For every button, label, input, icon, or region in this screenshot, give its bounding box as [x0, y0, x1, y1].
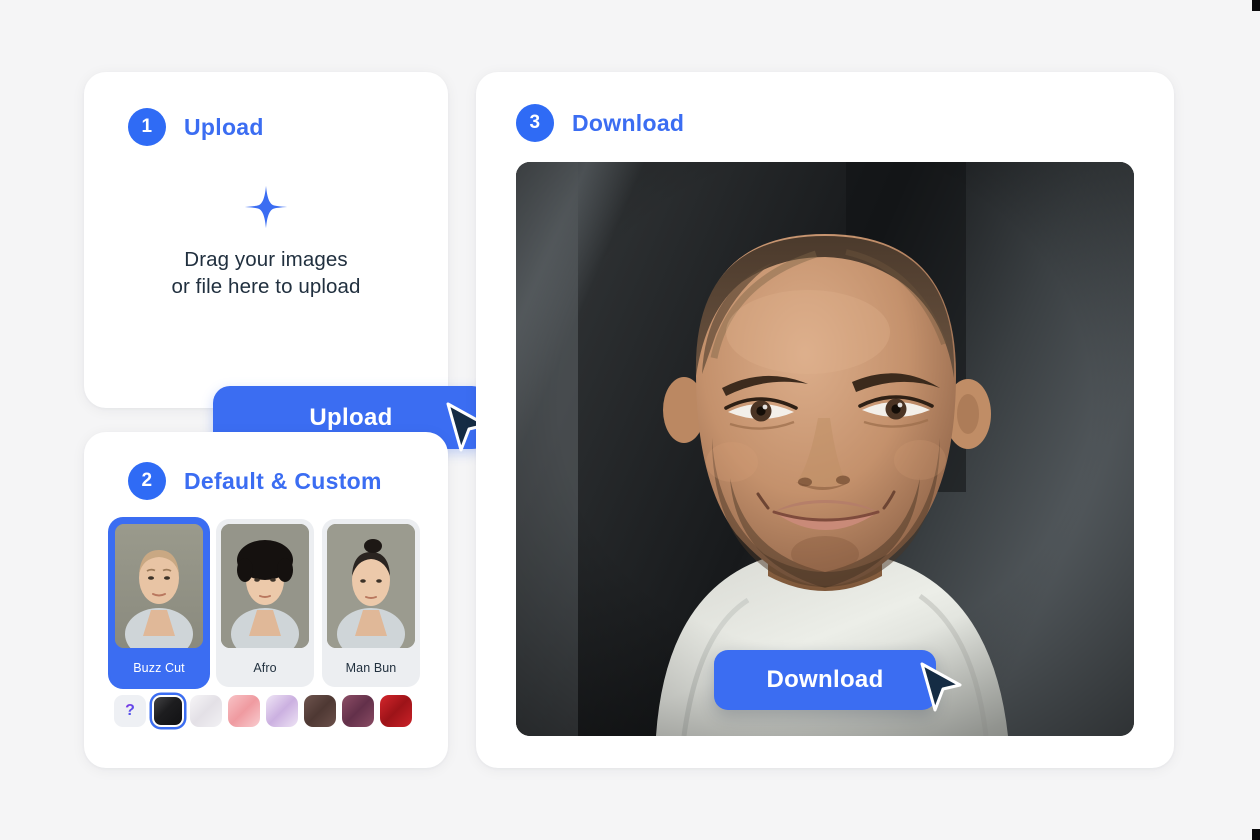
hairstyle-tile-man-bun[interactable]: Man Bun — [322, 519, 420, 687]
swatch-rose-pink[interactable] — [228, 695, 260, 727]
drop-zone-line-1: Drag your images — [184, 248, 348, 271]
scrollbar-top-marker — [1252, 0, 1260, 11]
file-drop-zone[interactable]: Drag your images or file here to upload — [84, 184, 448, 300]
swatch-platinum-white[interactable] — [190, 695, 222, 727]
swatch-dark-brown[interactable] — [304, 695, 336, 727]
upload-step-title: Upload — [184, 113, 264, 140]
step-number-badge-1: 1 — [128, 108, 166, 146]
hairstyle-thumbnail-afro — [221, 524, 309, 648]
styles-step-title: Default & Custom — [184, 467, 382, 494]
hairstyle-thumbnail-man-bun — [327, 524, 415, 648]
hairstyle-tile-buzz-cut[interactable]: Buzz Cut — [110, 519, 208, 687]
upload-card: 1 Upload Drag your images or file here t… — [84, 72, 489, 452]
question-mark-icon: ? — [125, 702, 135, 719]
upload-step-header: 1 Upload — [128, 108, 264, 146]
swatch-black[interactable] — [152, 695, 184, 727]
swatch-red[interactable] — [380, 695, 412, 727]
sparkle-plus-icon — [244, 185, 288, 229]
swatch-custom-color-picker[interactable]: ? — [114, 695, 146, 727]
app-page: 1 Upload Drag your images or file here t… — [0, 0, 1260, 840]
download-button[interactable]: Download — [714, 650, 936, 710]
hairstyle-tile-afro[interactable]: Afro — [216, 519, 314, 687]
step-number-badge-3: 3 — [516, 104, 554, 142]
hairstyle-label-afro: Afro — [253, 660, 277, 675]
step-number-badge-2: 2 — [128, 462, 166, 500]
drop-zone-line-2: or file here to upload — [171, 275, 361, 298]
download-step-title: Download — [572, 109, 685, 136]
hairstyle-tile-row: Buzz Cut Afro Man Bun — [110, 519, 420, 687]
drop-zone-text: Drag your images or file here to upload — [171, 246, 360, 300]
hairstyle-label-man-bun: Man Bun — [345, 660, 397, 675]
download-step-header: 3 Download — [516, 104, 684, 142]
hairstyle-label-buzz-cut: Buzz Cut — [133, 660, 185, 675]
styles-step-header: 2 Default & Custom — [128, 462, 382, 500]
hairstyle-thumbnail-buzz-cut — [115, 524, 203, 648]
swatch-plum[interactable] — [342, 695, 374, 727]
hair-color-swatch-row: ? — [114, 695, 412, 727]
swatch-lavender[interactable] — [266, 695, 298, 727]
scrollbar-bottom-marker — [1252, 829, 1260, 840]
